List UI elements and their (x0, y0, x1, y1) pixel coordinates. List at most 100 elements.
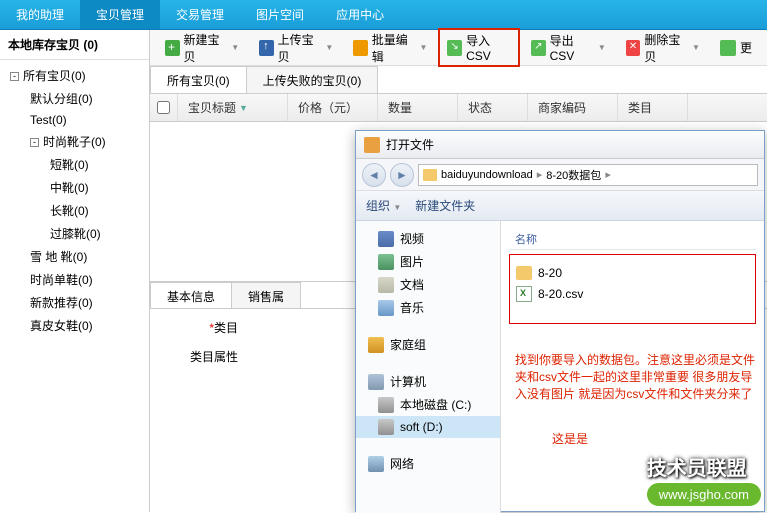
sidebar-header: 本地库存宝贝 (0) (0, 30, 149, 60)
tree-fashion-shoes[interactable]: 时尚单鞋(0) (0, 268, 149, 291)
annotation-text-2: 这是是 (552, 430, 588, 447)
dialog-titlebar[interactable]: 打开文件 (356, 131, 764, 159)
nav-transaction[interactable]: 交易管理 (160, 0, 240, 29)
category-label: *类目 (166, 319, 246, 336)
annotation-text: 找到你要导入的数据包。注意这里必须是文件夹和csv文件一起的这里非常重要 很多朋… (515, 352, 760, 402)
upload-product-button[interactable]: 上传宝贝▼ (250, 27, 342, 69)
export-csv-button[interactable]: 导出CSV▼ (522, 28, 615, 67)
collapse-icon[interactable]: - (10, 72, 19, 81)
upload-icon (259, 40, 274, 56)
delete-icon (626, 40, 641, 56)
nav-app-center[interactable]: 应用中心 (320, 0, 400, 29)
col-category[interactable]: 类目 (618, 94, 688, 121)
breadcrumb[interactable]: baiduyundownload ▸ 8-20数据包 ▸ (418, 164, 758, 186)
tree-fashion-boots[interactable]: -时尚靴子(0) (0, 130, 149, 153)
side-network[interactable]: 网络 (356, 452, 500, 475)
import-csv-button[interactable]: 导入CSV (438, 28, 520, 67)
side-disk-c[interactable]: 本地磁盘 (C:) (356, 393, 500, 416)
tree-all-products[interactable]: -所有宝贝(0) (0, 64, 149, 87)
nav-back-button[interactable]: ◄ (362, 163, 386, 187)
computer-icon (368, 374, 384, 390)
side-homegroup[interactable]: 家庭组 (356, 333, 500, 356)
delete-product-button[interactable]: 删除宝贝▼ (617, 27, 709, 69)
tree-mid-boots[interactable]: 中靴(0) (0, 176, 149, 199)
dialog-toolbar: 组织 ▼ 新建文件夹 (356, 191, 764, 221)
nav-image-space[interactable]: 图片空间 (240, 0, 320, 29)
main-toolbar: 新建宝贝▼ 上传宝贝▼ 批量编辑▼ 导入CSV 导出CSV▼ 删除宝贝▼ 更 (150, 30, 767, 66)
tree-default-group[interactable]: 默认分组(0) (0, 87, 149, 110)
music-icon (378, 300, 394, 316)
csv-file-icon (516, 286, 532, 302)
tree-short-boots[interactable]: 短靴(0) (0, 153, 149, 176)
tab-all-products[interactable]: 所有宝贝(0) (150, 66, 247, 93)
product-subtabs: 所有宝贝(0) 上传失败的宝贝(0) (150, 66, 767, 94)
chevron-right-icon: ▸ (605, 168, 611, 181)
chevron-down-icon: ▼ (419, 43, 427, 52)
disk-icon (378, 397, 394, 413)
breadcrumb-segment[interactable]: baiduyundownload (441, 169, 533, 181)
col-merchant-code[interactable]: 商家编码 (528, 94, 618, 121)
file-folder-item[interactable]: 8-20 (516, 263, 749, 283)
nav-assistant[interactable]: 我的助理 (0, 0, 80, 29)
side-disk-d[interactable]: soft (D:) (356, 416, 500, 438)
dialog-nav: ◄ ► baiduyundownload ▸ 8-20数据包 ▸ (356, 159, 764, 191)
side-computer[interactable]: 计算机 (356, 370, 500, 393)
video-icon (378, 231, 394, 247)
tree-leather-shoes[interactable]: 真皮女鞋(0) (0, 314, 149, 337)
refresh-icon (720, 40, 736, 56)
tab-sale-attr[interactable]: 销售属 (231, 282, 301, 308)
tab-upload-failed[interactable]: 上传失败的宝贝(0) (246, 66, 379, 93)
side-images[interactable]: 图片 (356, 250, 500, 273)
side-documents[interactable]: 文档 (356, 273, 500, 296)
tree-new-recommend[interactable]: 新款推荐(0) (0, 291, 149, 314)
dialog-sidebar: 视频 图片 文档 音乐 家庭组 计算机 本地磁盘 (C:) soft (D:) … (356, 221, 501, 513)
nav-product-manage[interactable]: 宝贝管理 (80, 0, 160, 29)
image-icon (378, 254, 394, 270)
nav-forward-button[interactable]: ► (390, 163, 414, 187)
watermark: 技术员联盟 www.jsgho.com (647, 452, 761, 506)
tree-snow-boots[interactable]: 雪 地 靴(0) (0, 245, 149, 268)
col-title[interactable]: 宝贝标题▼ (178, 94, 288, 121)
new-product-button[interactable]: 新建宝贝▼ (156, 27, 248, 69)
tab-basic-info[interactable]: 基本信息 (150, 282, 232, 308)
col-price[interactable]: 价格（元） (288, 94, 378, 121)
home-icon (368, 337, 384, 353)
watermark-url: www.jsgho.com (647, 483, 761, 506)
network-icon (368, 456, 384, 472)
chevron-down-icon: ▼ (325, 43, 333, 52)
new-folder-button[interactable]: 新建文件夹 (415, 197, 475, 214)
sidebar: 本地库存宝贝 (0) -所有宝贝(0) 默认分组(0) Test(0) -时尚靴… (0, 30, 150, 512)
side-video[interactable]: 视频 (356, 227, 500, 250)
breadcrumb-segment[interactable]: 8-20数据包 (546, 167, 601, 183)
col-status[interactable]: 状态 (458, 94, 528, 121)
dialog-title: 打开文件 (386, 136, 434, 153)
chevron-right-icon: ▸ (537, 168, 543, 181)
sort-icon: ▼ (239, 103, 248, 113)
import-icon (447, 40, 462, 56)
disk-icon (378, 419, 394, 435)
batch-edit-button[interactable]: 批量编辑▼ (344, 27, 436, 69)
file-csv-item[interactable]: 8-20.csv (516, 283, 749, 305)
tree-long-boots[interactable]: 长靴(0) (0, 199, 149, 222)
select-all-column[interactable] (150, 94, 178, 121)
file-selection-highlight: 8-20 8-20.csv (509, 254, 756, 324)
organize-button[interactable]: 组织 ▼ (366, 197, 401, 214)
side-music[interactable]: 音乐 (356, 296, 500, 319)
plus-icon (165, 40, 180, 56)
folder-icon (516, 266, 532, 280)
chevron-down-icon: ▼ (598, 43, 606, 52)
files-column-name[interactable]: 名称 (509, 229, 756, 250)
edit-icon (353, 40, 368, 56)
tree-over-knee-boots[interactable]: 过膝靴(0) (0, 222, 149, 245)
update-button[interactable]: 更 (711, 35, 761, 60)
tree-test[interactable]: Test(0) (0, 110, 149, 130)
col-quantity[interactable]: 数量 (378, 94, 458, 121)
collapse-icon[interactable]: - (30, 138, 39, 147)
grid-header: 宝贝标题▼ 价格（元） 数量 状态 商家编码 类目 (150, 94, 767, 122)
category-tree: -所有宝贝(0) 默认分组(0) Test(0) -时尚靴子(0) 短靴(0) … (0, 60, 149, 341)
export-icon (531, 40, 546, 56)
select-all-checkbox[interactable] (157, 101, 170, 114)
category-attr-label: 类目属性 (166, 348, 246, 365)
chevron-down-icon: ▼ (692, 43, 700, 52)
document-icon (378, 277, 394, 293)
